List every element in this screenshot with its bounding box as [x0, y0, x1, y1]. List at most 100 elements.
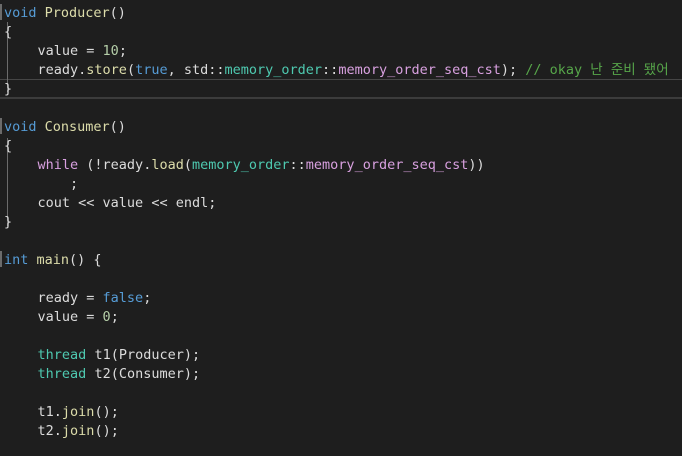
method-name: store — [86, 62, 127, 78]
operator: = — [78, 290, 103, 306]
code-line-19: thread t1(Producer); — [5, 346, 201, 365]
punctuation: ; — [118, 43, 127, 59]
variable: t1 — [94, 347, 111, 363]
code-line-1: void Producer() — [4, 4, 126, 23]
keyword: int — [4, 252, 29, 268]
punctuation: () — [109, 119, 126, 135]
code-line-8: { — [4, 138, 13, 154]
code-line-17: value = 0; — [5, 308, 119, 327]
method-name: join — [61, 404, 95, 420]
punctuation: . — [53, 423, 62, 439]
type-name: memory_order — [191, 157, 290, 173]
punctuation: (); — [94, 423, 119, 439]
function-name: main — [28, 252, 70, 268]
variable: endl — [175, 195, 209, 211]
punctuation: ; — [110, 309, 119, 325]
punctuation: ( — [110, 347, 119, 363]
operator: = — [78, 309, 103, 325]
comment: // okay 난 준비 됐어 — [525, 62, 669, 78]
keyword: while — [37, 157, 79, 173]
type-name: thread — [37, 347, 87, 363]
variable: t2 — [37, 423, 54, 439]
code-line-5: } — [4, 81, 13, 97]
punctuation: () — [109, 5, 126, 21]
keyword: void — [4, 5, 37, 21]
punctuation: ; — [208, 195, 217, 211]
variable: t2 — [94, 366, 111, 382]
keyword: false — [102, 290, 144, 306]
operator: = — [78, 43, 103, 59]
method-name: load — [151, 157, 184, 173]
punctuation: . — [53, 404, 62, 420]
code-line-7: void Consumer() — [4, 118, 126, 137]
operator: << — [143, 195, 176, 211]
code-line-2: { — [4, 24, 13, 40]
code-line-16: ready = false; — [5, 289, 152, 308]
argument: Consumer — [118, 366, 184, 382]
enum-value: memory_order_seq_cst — [338, 62, 501, 78]
code-line-3: value = 10; — [5, 42, 127, 61]
punctuation: (); — [94, 404, 119, 420]
punctuation: ); — [183, 366, 201, 382]
function-name: Producer — [36, 5, 110, 21]
operator: << — [70, 195, 103, 211]
variable: cout — [37, 195, 71, 211]
variable: ready — [37, 290, 79, 306]
method-name: join — [61, 423, 95, 439]
number-literal: 10 — [102, 43, 119, 59]
collapse-marker-consumer[interactable] — [0, 118, 2, 134]
code-line-11: cout << value << endl; — [5, 194, 217, 213]
type-name: thread — [37, 366, 87, 382]
punctuation: ; — [143, 290, 152, 306]
punctuation: ); — [500, 62, 526, 78]
collapse-marker-main[interactable] — [0, 251, 2, 267]
punctuation: (! — [78, 157, 103, 173]
variable: value — [102, 195, 144, 211]
enum-value: memory_order_seq_cst — [305, 157, 469, 173]
variable: value — [37, 43, 79, 59]
code-line-4: ready.store(true, std::memory_order::mem… — [5, 61, 669, 80]
punctuation: ( — [110, 366, 119, 382]
type-name: memory_order — [224, 62, 323, 78]
punctuation: ( — [126, 62, 136, 78]
code-line-14: int main() { — [4, 251, 102, 270]
function-separator — [0, 97, 682, 99]
punctuation: :: — [322, 62, 339, 78]
code-line-23: t2.join(); — [5, 422, 119, 441]
function-name: Consumer — [36, 119, 110, 135]
punctuation: :: — [289, 157, 306, 173]
current-line-highlight — [0, 79, 682, 98]
argument: Producer — [118, 347, 184, 363]
code-line-12: } — [4, 214, 13, 230]
variable: ready — [102, 157, 144, 173]
keyword: true — [135, 62, 168, 78]
punctuation: ; — [70, 176, 79, 192]
variable: t1 — [37, 404, 54, 420]
code-line-9: while (!ready.load(memory_order::memory_… — [5, 156, 485, 175]
variable: ready — [37, 62, 79, 78]
punctuation: ( — [183, 157, 192, 173]
collapse-marker-producer[interactable] — [0, 4, 2, 20]
code-line-22: t1.join(); — [5, 403, 119, 422]
code-editor[interactable]: void Producer() { value = 10; ready.stor… — [0, 0, 682, 456]
keyword: void — [4, 119, 37, 135]
number-literal: 0 — [102, 309, 111, 325]
punctuation: )) — [468, 157, 485, 173]
punctuation: ); — [183, 347, 201, 363]
code-line-20: thread t2(Consumer); — [5, 365, 201, 384]
namespace: , std:: — [167, 62, 225, 78]
code-line-10: ; — [5, 175, 78, 194]
variable: value — [37, 309, 79, 325]
punctuation: () { — [69, 252, 102, 268]
